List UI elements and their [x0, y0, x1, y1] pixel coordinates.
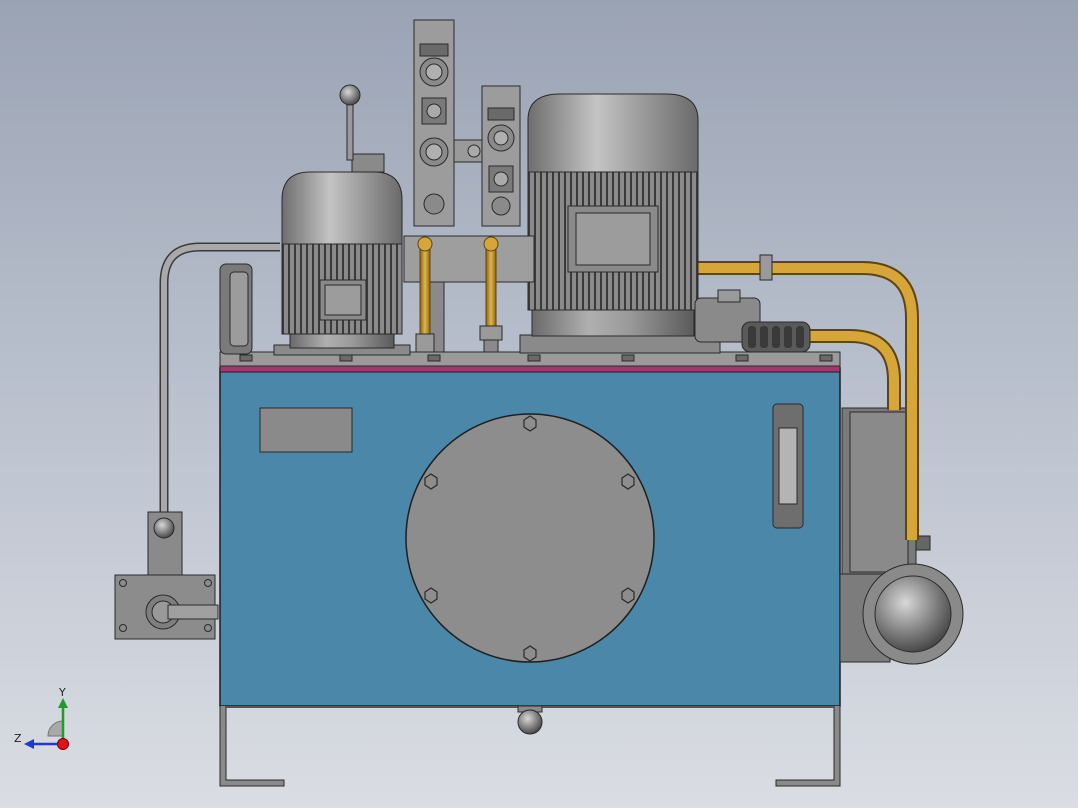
- nameplate: [259, 407, 353, 453]
- pipe-fitting: [759, 254, 773, 281]
- accumulator[interactable]: [839, 563, 964, 665]
- z-axis-label: Z: [14, 732, 22, 745]
- cad-viewport[interactable]: Y Z: [0, 0, 1078, 808]
- motor-left[interactable]: [273, 153, 411, 356]
- axis-triad[interactable]: Y Z: [10, 684, 80, 754]
- pressure-gauge[interactable]: [219, 263, 253, 355]
- x-axis-dot: [57, 738, 69, 750]
- directional-valve-1[interactable]: [413, 19, 455, 227]
- drain-plug[interactable]: [517, 705, 543, 735]
- side-valve-block[interactable]: [114, 511, 219, 640]
- directional-valve-2[interactable]: [481, 85, 521, 227]
- cleanout-cover[interactable]: [405, 413, 655, 663]
- oil-level-gauge[interactable]: [772, 403, 804, 529]
- motor-right[interactable]: [519, 93, 721, 354]
- hydraulic-power-unit-model[interactable]: [0, 0, 1078, 808]
- hand-pump-lever[interactable]: [339, 84, 361, 161]
- y-axis-label: Y: [58, 686, 66, 699]
